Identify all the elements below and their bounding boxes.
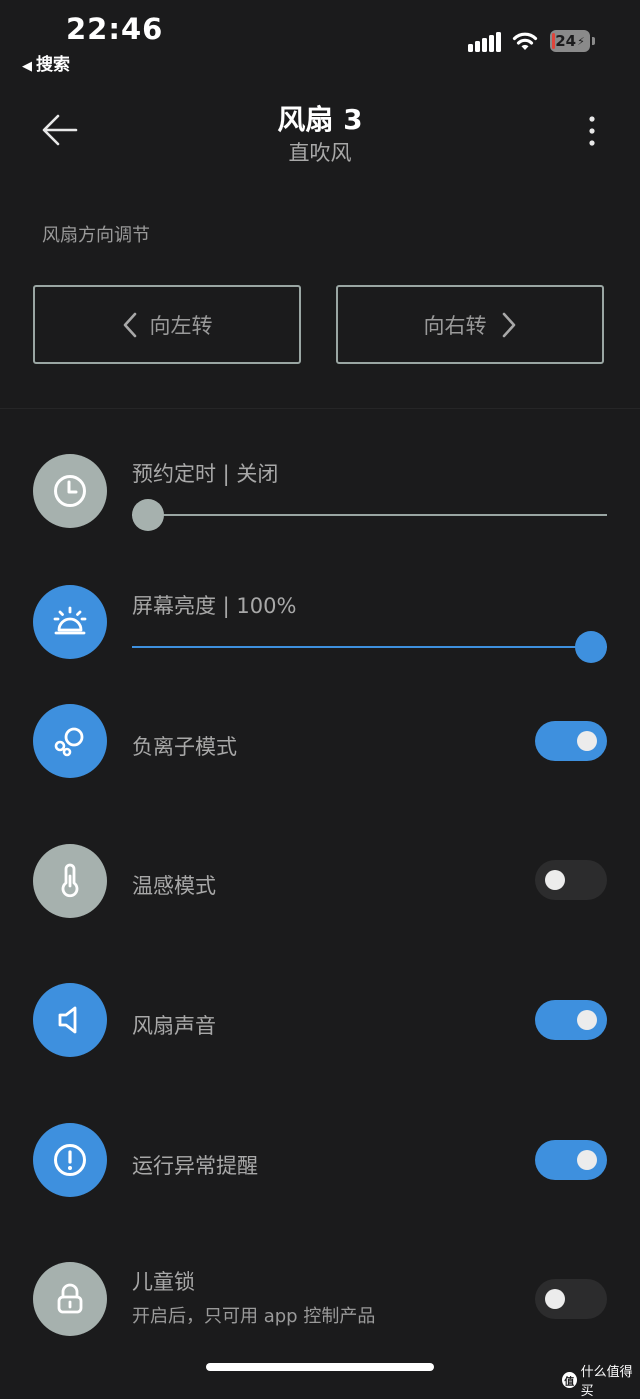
toggle-knob <box>545 870 565 890</box>
back-app-label: 搜索 <box>36 55 70 75</box>
toggle-knob <box>577 1010 597 1030</box>
turn-right-button[interactable]: 向右转 <box>336 285 604 364</box>
alert-icon <box>54 1144 86 1176</box>
toggle-knob <box>577 731 597 751</box>
battery-low-mark <box>552 33 555 49</box>
timer-icon-circle <box>33 454 107 528</box>
child-lock-label: 儿童锁 <box>132 1270 195 1294</box>
brightness-icon-circle <box>33 585 107 659</box>
timer-slider-handle[interactable] <box>132 499 164 531</box>
clock-icon <box>54 475 86 507</box>
page-title: 风扇 3 <box>277 103 363 136</box>
page-subtitle: 直吹风 <box>288 141 352 165</box>
alert-label: 运行异常提醒 <box>132 1154 258 1178</box>
child-lock-description: 开启后，只可用 app 控制产品 <box>132 1306 376 1327</box>
battery-tip <box>592 37 595 45</box>
chevron-left-icon <box>123 312 136 337</box>
watermark-text: 什么值得买 <box>580 1365 633 1399</box>
home-indicator <box>206 1363 434 1371</box>
lock-icon <box>57 1283 83 1314</box>
child-lock-toggle[interactable] <box>535 1279 607 1319</box>
sound-icon-circle <box>33 983 107 1057</box>
turn-left-button[interactable]: 向左转 <box>33 285 301 364</box>
chevron-right-icon <box>502 312 515 337</box>
more-menu-icon[interactable] <box>584 114 600 148</box>
section-divider <box>0 408 640 409</box>
watermark-badge: 值 <box>562 1372 577 1388</box>
cellular-signal-icon <box>468 32 501 52</box>
brightness-slider-track[interactable] <box>132 646 607 648</box>
toggle-knob <box>545 1289 565 1309</box>
anion-toggle[interactable] <box>535 721 607 761</box>
battery-level: 24 <box>555 32 577 50</box>
wifi-icon <box>512 32 538 50</box>
alert-toggle[interactable] <box>535 1140 607 1180</box>
charging-bolt-icon: ⚡ <box>577 34 585 48</box>
watermark-logo: 值 什么值得买 <box>562 1361 640 1399</box>
status-time: 22:46 <box>66 12 164 46</box>
alert-icon-circle <box>33 1123 107 1197</box>
back-to-app-link[interactable]: ◀ 搜索 <box>22 50 70 75</box>
back-triangle-icon: ◀ <box>22 59 32 74</box>
turn-left-label: 向左转 <box>149 313 213 338</box>
temp-sense-icon-circle <box>33 844 107 918</box>
temp-sense-toggle[interactable] <box>535 860 607 900</box>
temp-sense-label: 温感模式 <box>132 874 216 898</box>
thermometer-icon <box>61 863 79 898</box>
anion-icon-circle <box>33 704 107 778</box>
timer-slider-track[interactable] <box>132 514 607 516</box>
bubbles-icon <box>54 727 84 757</box>
toggle-knob <box>577 1150 597 1170</box>
brightness-label: 屏幕亮度 | 100% <box>132 594 297 618</box>
anion-label: 负离子模式 <box>132 735 237 759</box>
direction-section-label: 风扇方向调节 <box>42 225 150 246</box>
turn-right-label: 向右转 <box>423 313 487 338</box>
battery-indicator: 24 ⚡ <box>550 30 590 52</box>
brightness-slider-handle[interactable] <box>575 631 607 663</box>
sound-label: 风扇声音 <box>132 1014 216 1038</box>
sound-toggle[interactable] <box>535 1000 607 1040</box>
timer-label: 预约定时 | 关闭 <box>132 462 279 486</box>
child-lock-icon-circle <box>33 1262 107 1336</box>
speaker-icon <box>58 1006 77 1034</box>
sunrise-icon <box>53 606 87 635</box>
